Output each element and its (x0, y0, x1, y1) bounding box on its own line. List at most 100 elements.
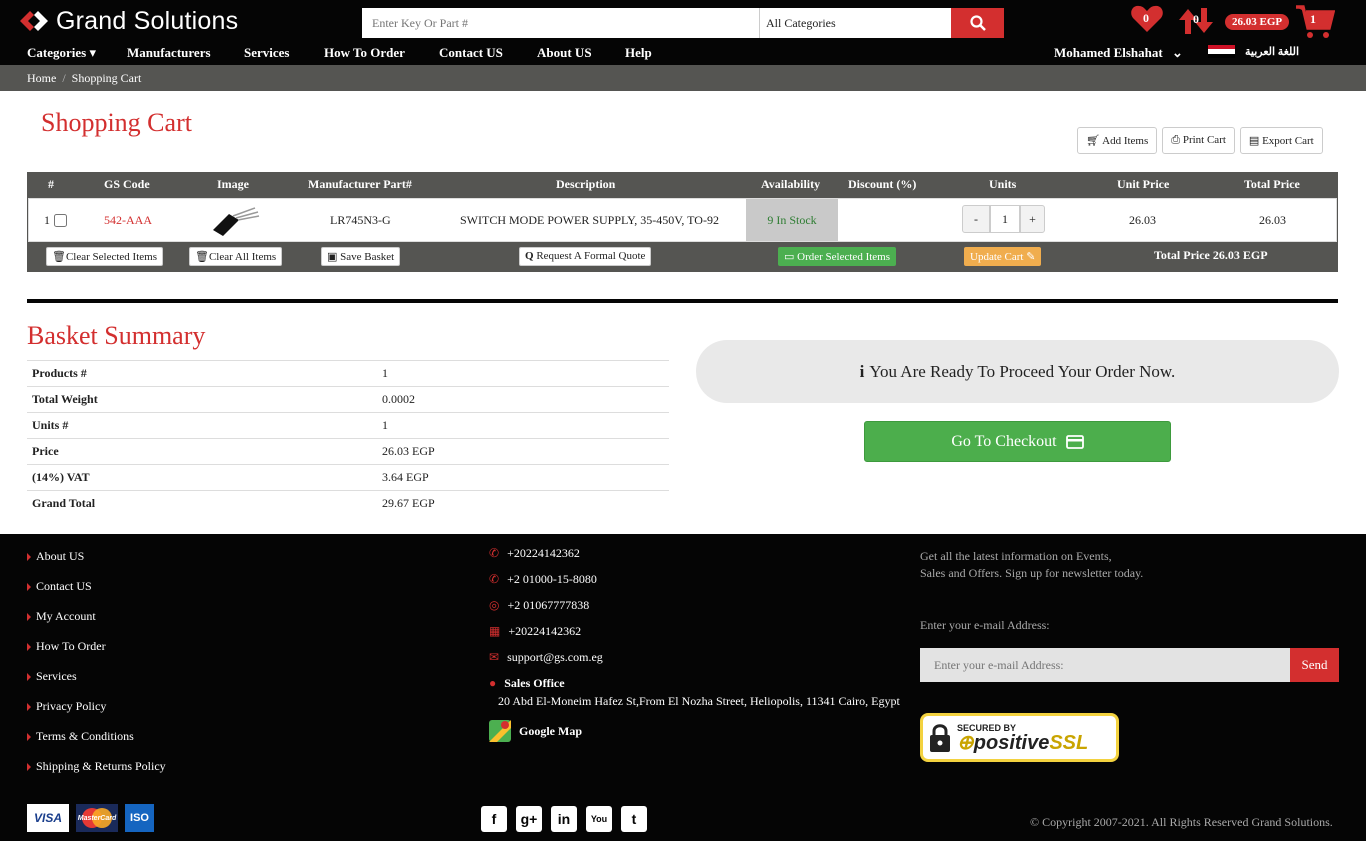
row-checkbox[interactable] (54, 214, 67, 227)
category-select[interactable]: All Categories (759, 8, 951, 38)
print-cart-button[interactable]: ⎙ Print Cart (1162, 127, 1235, 154)
ssl-brand-text: ⊕positiveSSL (957, 733, 1088, 753)
footer-link-label: My Account (36, 609, 96, 623)
trash-icon: 🗑︎ (52, 251, 66, 263)
credit-card-icon (1065, 434, 1084, 449)
youtube-icon[interactable]: You (586, 806, 612, 832)
nav-services[interactable]: Services (244, 45, 289, 61)
update-cart-label: Update Cart (970, 251, 1024, 263)
language-label: اللغة العربية (1245, 46, 1300, 58)
col-description: Description (556, 177, 616, 191)
cart-actions: 🛒︎ Add Items ⎙ Print Cart ▤ Export Cart (1077, 127, 1323, 154)
quantity-input[interactable]: 1 (990, 205, 1020, 233)
nav-manufacturers[interactable]: Manufacturers (127, 45, 211, 61)
footer-link-privacy[interactable]: Privacy Policy (27, 699, 106, 714)
contact-fax[interactable]: ▦ +20224142362 (489, 624, 581, 639)
contact-whatsapp[interactable]: ◎ +2 01067777838 (489, 598, 589, 613)
summary-value: 3.64 EGP (377, 464, 669, 491)
col-units: Units (989, 177, 1017, 191)
phone-icon: ✆ (489, 572, 500, 586)
nav-how-to-order[interactable]: How To Order (324, 45, 405, 61)
col-availability: Availability (761, 177, 821, 191)
search-button[interactable] (951, 8, 1004, 38)
product-image[interactable] (205, 202, 261, 238)
newsletter-text: Get all the latest information on Events… (920, 548, 1180, 582)
footer-link-services[interactable]: Services (27, 669, 77, 684)
summary-row: Units #1 (27, 412, 669, 439)
copyright: © Copyright 2007-2021. All Rights Reserv… (1030, 815, 1333, 829)
chevron-down-icon: ⌄ (1171, 45, 1183, 60)
clear-selected-button[interactable]: 🗑︎Clear Selected Items (46, 247, 163, 266)
unit-price: 26.03 (1129, 213, 1156, 227)
footer-link-about[interactable]: About US (27, 549, 84, 564)
caret-right-icon (27, 732, 31, 741)
search-icon: Q (525, 250, 537, 262)
col-gs-code: GS Code (104, 177, 150, 191)
add-items-button[interactable]: 🛒︎ Add Items (1077, 127, 1158, 154)
search-input[interactable] (362, 8, 759, 38)
contact-text: support@gs.com.eg (507, 650, 603, 664)
print-icon: ⎙ (1171, 134, 1181, 146)
contact-phone-1[interactable]: ✆ +20224142362 (489, 546, 580, 561)
newsletter-email-input[interactable] (920, 648, 1291, 682)
footer: About US Contact US My Account How To Or… (0, 534, 1366, 841)
breadcrumb-home[interactable]: Home (27, 71, 56, 85)
nav-contact-us[interactable]: Contact US (439, 45, 503, 61)
summary-table: Products #1 Total Weight 0.0002 Units #1 … (27, 360, 669, 517)
export-cart-button[interactable]: ▤ Export Cart (1239, 127, 1323, 154)
linkedin-icon[interactable]: in (551, 806, 577, 832)
summary-value: 26.03 EGP (377, 438, 669, 465)
twitter-icon[interactable]: t (621, 806, 647, 832)
ready-notice: i You Are Ready To Proceed Your Order No… (696, 340, 1339, 403)
checkout-button[interactable]: Go To Checkout (864, 421, 1171, 462)
footer-link-terms[interactable]: Terms & Conditions (27, 729, 134, 744)
map-marker-icon: ● (489, 676, 497, 690)
main-nav: Categories ▾ Manufacturers Services How … (0, 44, 1366, 65)
ready-text: You Are Ready To Proceed Your Order Now. (869, 361, 1176, 381)
ssl-brand-part: positive (973, 731, 1050, 754)
clear-all-button[interactable]: 🗑︎Clear All Items (189, 247, 283, 266)
summary-value: 1 (377, 360, 669, 387)
facebook-icon[interactable]: f (481, 806, 507, 832)
update-cart-button[interactable]: Update Cart ✎ (964, 247, 1042, 266)
ssl-badge: SECURED BY ⊕positiveSSL (920, 713, 1119, 762)
summary-label: Units # (27, 412, 377, 439)
footer-link-shipping[interactable]: Shipping & Returns Policy (27, 759, 166, 774)
request-quote-button[interactable]: Q Request A Formal Quote (519, 247, 652, 266)
description: SWITCH MODE POWER SUPPLY, 35-450V, TO-92 (460, 213, 719, 227)
order-selected-label: Order Selected Items (797, 251, 891, 263)
add-items-label: Add Items (1102, 135, 1149, 147)
row-index: 1 (44, 213, 50, 227)
language-switch[interactable]: اللغة العربية (1208, 45, 1299, 58)
google-map-link[interactable]: Google Map (489, 720, 582, 742)
footer-link-contact[interactable]: Contact US (27, 579, 92, 594)
nav-categories[interactable]: Categories ▾ (27, 45, 96, 61)
caret-right-icon (27, 642, 31, 651)
order-selected-button[interactable]: ▭ Order Selected Items (778, 247, 897, 266)
col-discount: Discount (%) (848, 177, 917, 191)
summary-label: Products # (27, 360, 377, 387)
contact-email[interactable]: ✉ support@gs.com.eg (489, 650, 603, 665)
footer-link-account[interactable]: My Account (27, 609, 96, 624)
increment-button[interactable]: + (1020, 205, 1045, 233)
whatsapp-icon: ◎ (489, 598, 500, 612)
nav-help[interactable]: Help (625, 45, 652, 61)
edit-icon: ✎ (1026, 251, 1036, 263)
nav-about-us[interactable]: About US (537, 45, 592, 61)
summary-row: Price 26.03 EGP (27, 438, 669, 465)
send-button[interactable]: Send (1290, 648, 1339, 682)
save-icon: ▣ (327, 251, 341, 263)
save-basket-button[interactable]: ▣ Save Basket (321, 247, 401, 266)
ssl-brand-part: SSL (1049, 731, 1089, 754)
user-menu[interactable]: Mohamed Elshahat ⌄ (1054, 45, 1183, 61)
summary-title: Basket Summary (27, 321, 206, 350)
info-icon: i (859, 361, 865, 381)
contact-phone-2[interactable]: ✆ +2 01000-15-8080 (489, 572, 597, 587)
footer-link-how-to-order[interactable]: How To Order (27, 639, 106, 654)
gs-code-link[interactable]: 542-AAA (104, 213, 152, 228)
logo[interactable]: Grand Solutions (18, 7, 238, 35)
breadcrumb-separator: / (62, 71, 66, 85)
summary-row: Products #1 (27, 360, 669, 387)
decrement-button[interactable]: - (962, 205, 990, 233)
google-plus-icon[interactable]: g+ (516, 806, 542, 832)
